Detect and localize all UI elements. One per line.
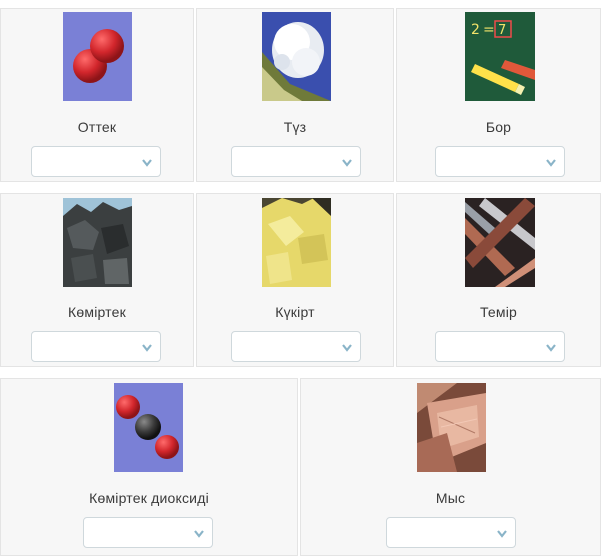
item-label: Бор bbox=[485, 119, 512, 135]
card-sulfur: Күкірт bbox=[196, 193, 394, 367]
card-oxygen: Оттек bbox=[0, 8, 194, 182]
item-label: Мыс bbox=[435, 490, 466, 506]
card-iron: Темір bbox=[396, 193, 601, 367]
answer-select[interactable] bbox=[231, 331, 361, 362]
chevron-down-icon bbox=[142, 159, 152, 167]
oxygen-molecule-icon bbox=[63, 12, 132, 101]
svg-text:7: 7 bbox=[498, 23, 506, 38]
answer-select[interactable] bbox=[31, 331, 161, 362]
carbon-dioxide-molecule-icon bbox=[114, 383, 183, 472]
answer-select[interactable] bbox=[435, 146, 565, 177]
item-label: Оттек bbox=[77, 119, 117, 135]
sulfur-icon bbox=[262, 198, 331, 287]
answer-select[interactable] bbox=[83, 517, 213, 548]
svg-text:=: = bbox=[483, 22, 495, 38]
copper-icon bbox=[417, 383, 486, 472]
chevron-down-icon bbox=[142, 344, 152, 352]
item-label: Түз bbox=[283, 119, 307, 135]
answer-select[interactable] bbox=[231, 146, 361, 177]
card-carbon: Көміртек bbox=[0, 193, 194, 367]
chevron-down-icon bbox=[497, 530, 507, 538]
salt-icon bbox=[262, 12, 331, 101]
coal-icon bbox=[63, 198, 132, 287]
card-salt: Түз bbox=[196, 8, 394, 182]
iron-icon bbox=[465, 198, 535, 287]
card-carbon-dioxide: Көміртек диоксиді bbox=[0, 378, 298, 556]
answer-select[interactable] bbox=[435, 331, 565, 362]
chevron-down-icon bbox=[546, 344, 556, 352]
item-label: Темір bbox=[479, 304, 518, 320]
chevron-down-icon bbox=[194, 530, 204, 538]
answer-select[interactable] bbox=[386, 517, 516, 548]
item-label: Көміртек bbox=[68, 304, 126, 320]
chalk-icon: 2 = 7 bbox=[465, 12, 535, 101]
answer-select[interactable] bbox=[31, 146, 161, 177]
card-copper: Мыс bbox=[300, 378, 601, 556]
item-label: Күкірт bbox=[275, 304, 315, 320]
chevron-down-icon bbox=[342, 159, 352, 167]
chevron-down-icon bbox=[342, 344, 352, 352]
item-label: Көміртек диоксиді bbox=[89, 490, 209, 506]
chevron-down-icon bbox=[546, 159, 556, 167]
svg-text:2: 2 bbox=[471, 22, 480, 38]
card-chalk: 2 = 7 Бор bbox=[396, 8, 601, 182]
